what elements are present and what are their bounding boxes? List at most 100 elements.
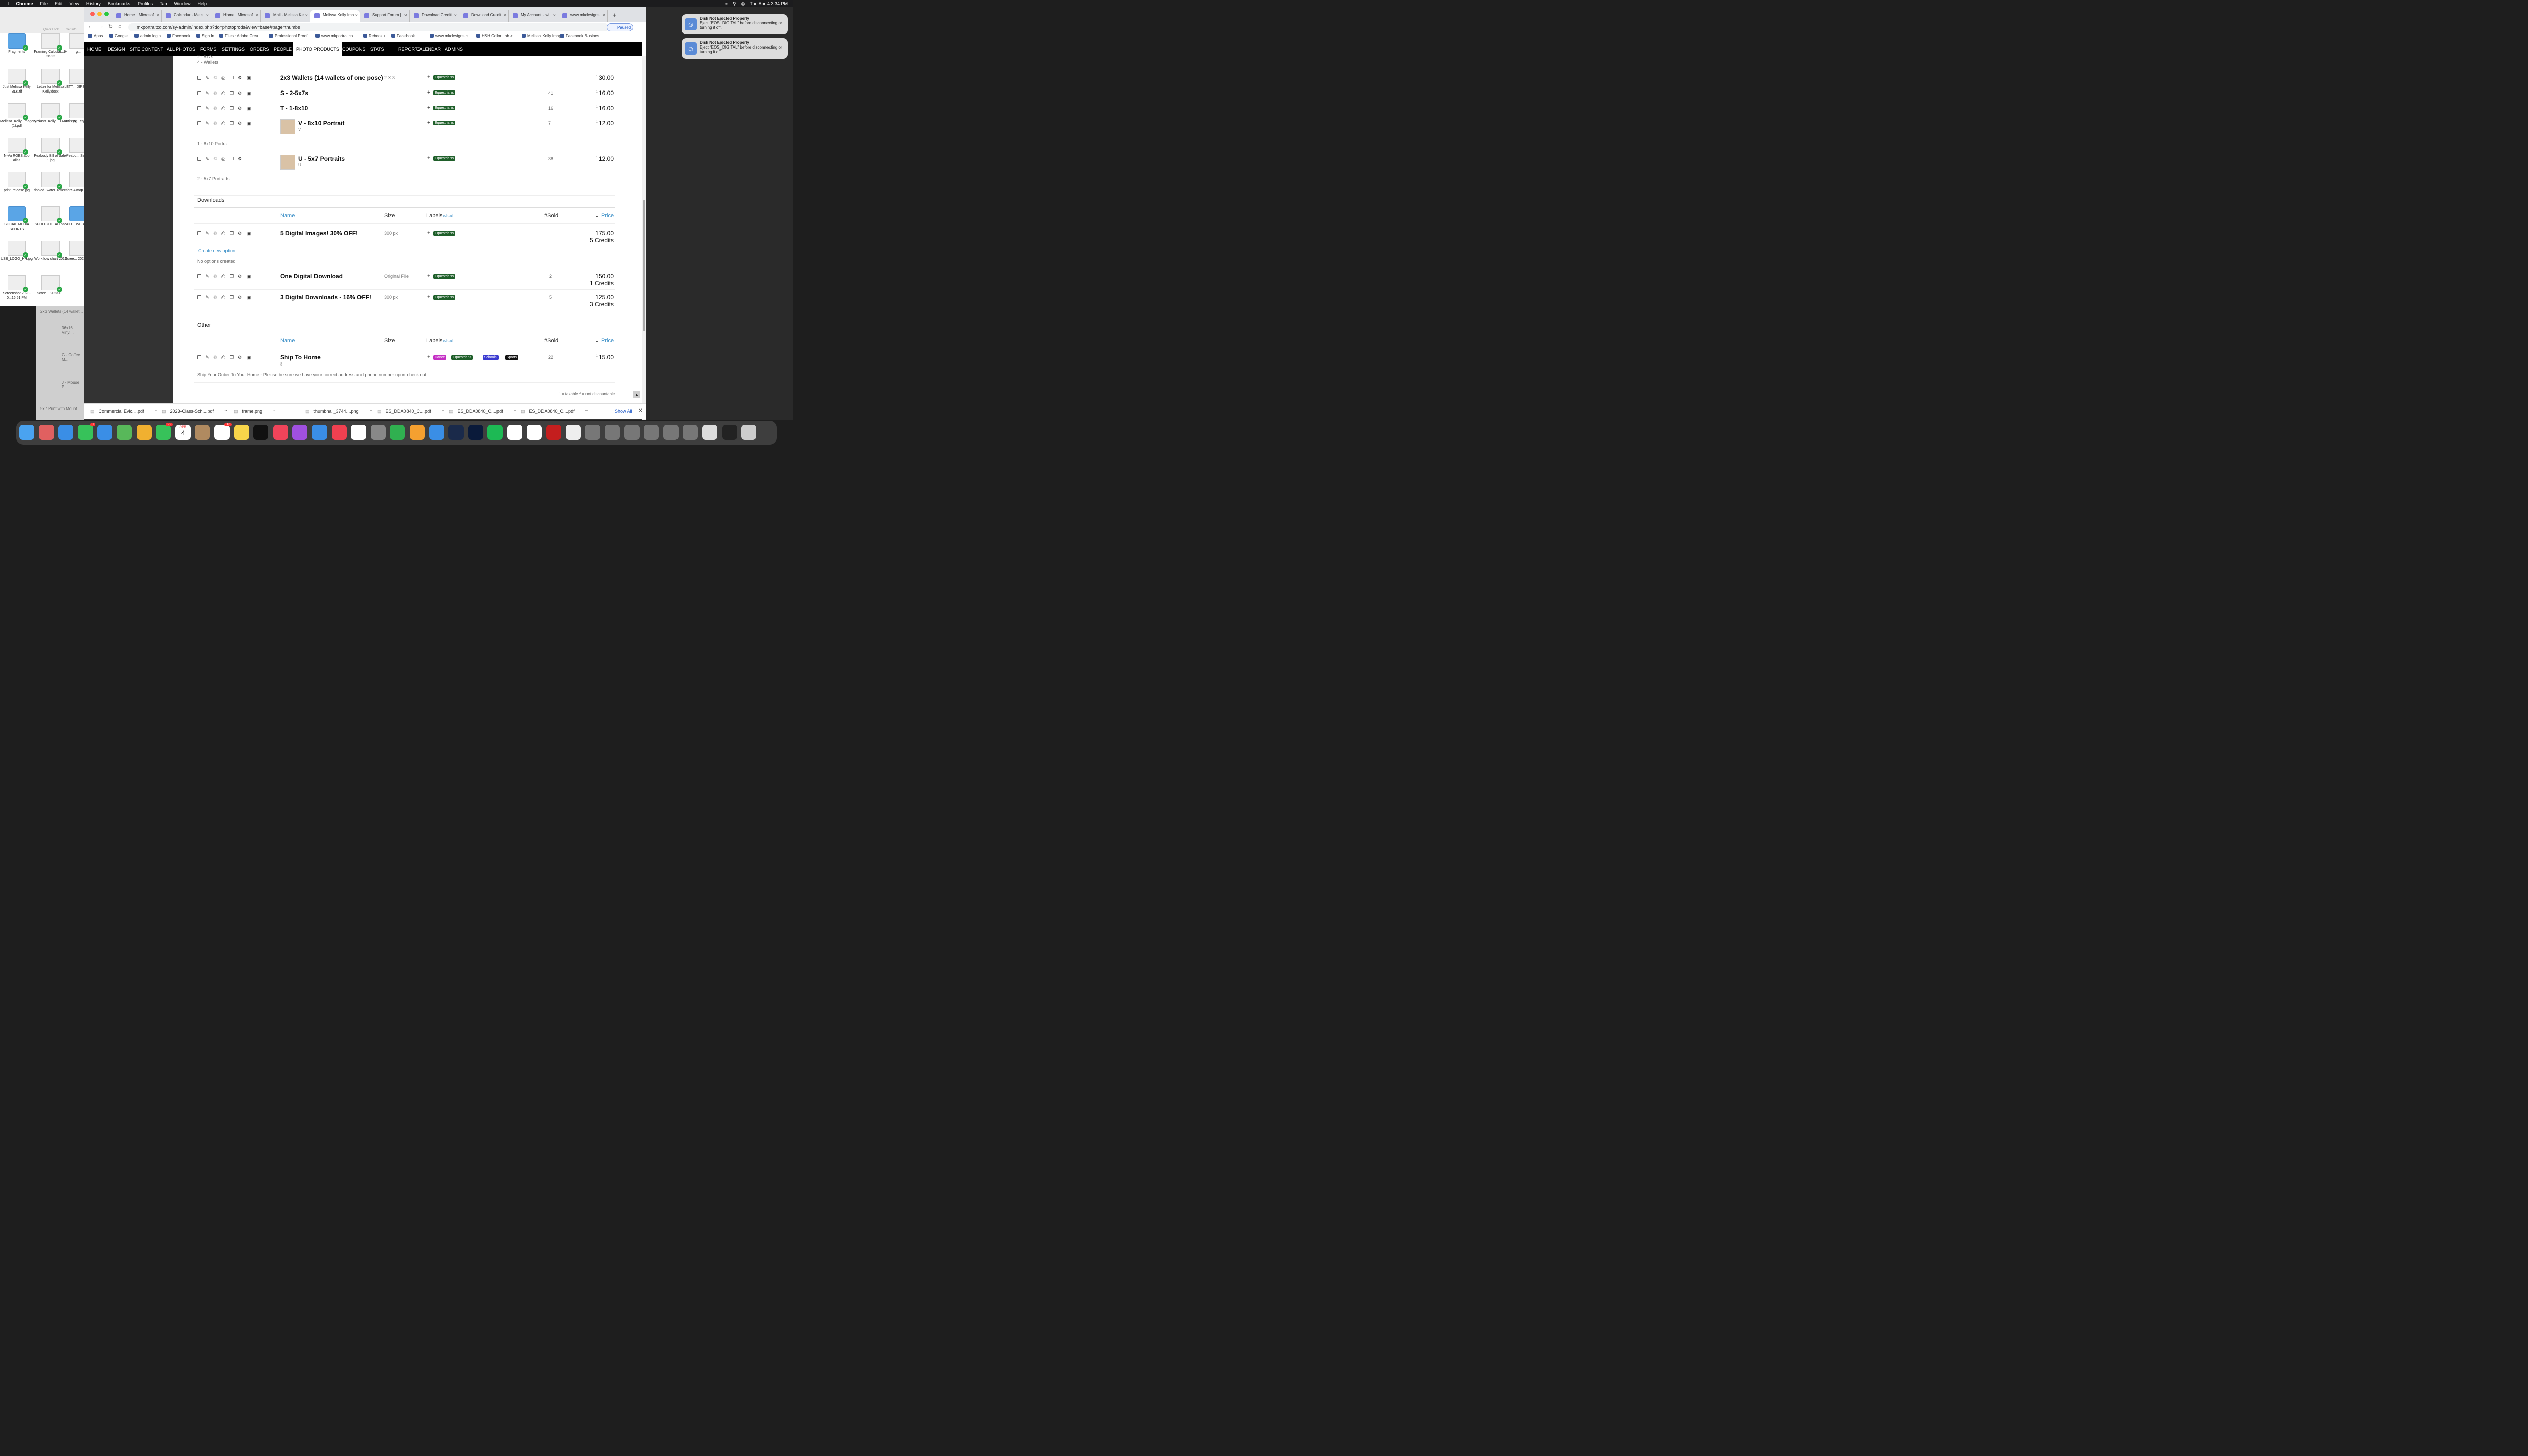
url-input[interactable]: mkportraitco.com/sy-admin/index.php?do=p…: [128, 23, 609, 31]
menu-history[interactable]: History: [86, 1, 101, 6]
browser-tab[interactable]: My Account - wi ×: [509, 10, 558, 22]
browser-tab[interactable]: Download Credit ×: [459, 10, 509, 22]
unknown-app-icon[interactable]: [605, 425, 620, 440]
bookmark-link[interactable]: www.mkdesigns.c...: [430, 34, 471, 38]
finder-item[interactable]: ✓ SOCIAL MEDIA SPORTS: [0, 206, 33, 232]
quick-look-button[interactable]: Quick Look: [43, 28, 59, 31]
photos-icon[interactable]: [136, 425, 152, 440]
browser-tab[interactable]: Mail - Melissa Ke ×: [261, 10, 310, 22]
admin-nav-admins[interactable]: ADMINS: [445, 42, 463, 56]
bookmark-link[interactable]: Apps: [88, 34, 103, 38]
admin-nav-design[interactable]: DESIGN: [108, 42, 125, 56]
unknown-app-icon[interactable]: [683, 425, 698, 440]
close-tab-icon[interactable]: ×: [504, 13, 506, 18]
profile-button[interactable]: Paused: [607, 23, 633, 31]
control-center-icon[interactable]: ◎: [741, 1, 745, 7]
contacts-icon[interactable]: [195, 425, 210, 440]
finder-item[interactable]: ✓ Just Melissa Kelly BLK.tif: [0, 69, 33, 94]
chrome-icon[interactable]: [507, 425, 522, 440]
launchpad-icon[interactable]: [38, 425, 54, 440]
menu-edit[interactable]: Edit: [55, 1, 63, 6]
menu-help[interactable]: Help: [197, 1, 207, 6]
pages-icon[interactable]: [410, 425, 425, 440]
bookmark-link[interactable]: Files : Adobe Crea...: [219, 34, 261, 38]
download-item[interactable]: ▤ frame.png ⌃: [234, 408, 276, 414]
notification-disk-eject[interactable]: ☺ Disk Not Ejected Properly Eject “EOS_D…: [682, 14, 788, 34]
admin-nav-settings[interactable]: SETTINGS: [222, 42, 245, 56]
close-tab-icon[interactable]: ×: [157, 13, 159, 18]
menu-window[interactable]: Window: [174, 1, 190, 6]
close-window-button[interactable]: [90, 12, 95, 16]
finder-item[interactable]: ✓ Scree... 2023-0...: [34, 275, 67, 296]
download-item[interactable]: ▤ Commercial Evic....pdf ⌃: [90, 408, 157, 414]
word-icon[interactable]: [526, 425, 542, 440]
unknown-app-icon[interactable]: [644, 425, 659, 440]
finder-item[interactable]: ✓ Screenshot 2023-0...16.51 PM: [0, 275, 33, 300]
admin-nav-forms[interactable]: FORMS: [200, 42, 217, 56]
close-tab-icon[interactable]: ×: [454, 13, 457, 18]
list-item[interactable]: J - Mouse P...: [36, 380, 84, 389]
unknown-app-icon[interactable]: [585, 425, 601, 440]
menu-view[interactable]: View: [70, 1, 79, 6]
close-tab-icon[interactable]: ×: [603, 13, 605, 18]
finder-item[interactable]: ✓ Fragments: [0, 33, 33, 54]
menubar-datetime[interactable]: Tue Apr 4 3:34 PM: [750, 1, 788, 6]
finder-item[interactable]: ✓ Melissa_Kelly_Imagery_W9 (1).pdf: [0, 103, 43, 128]
notes-icon[interactable]: [234, 425, 249, 440]
close-tab-icon[interactable]: ×: [355, 13, 358, 18]
acrobat-icon[interactable]: [546, 425, 562, 440]
keynote-icon[interactable]: [312, 425, 327, 440]
admin-nav-people[interactable]: PEOPLE: [274, 42, 292, 56]
wifi-icon[interactable]: ≈: [725, 1, 728, 6]
chevron-up-icon[interactable]: ⌃: [369, 409, 373, 414]
menu-file[interactable]: File: [40, 1, 48, 6]
music-icon[interactable]: [273, 425, 288, 440]
browser-tab[interactable]: www.mkdesigns. ×: [558, 10, 608, 22]
bookmark-link[interactable]: Facebook: [391, 34, 415, 38]
menu-profiles[interactable]: Profiles: [138, 1, 153, 6]
spotify-icon[interactable]: [487, 425, 503, 440]
admin-nav-photo-products[interactable]: PHOTO PRODUCTS: [293, 42, 342, 56]
bookmark-link[interactable]: H&H Color Lab >...: [476, 34, 516, 38]
close-tab-icon[interactable]: ×: [404, 13, 407, 18]
new-tab-button[interactable]: +: [613, 11, 617, 19]
admin-nav-coupons[interactable]: COUPONS: [342, 42, 366, 56]
unknown-app-icon[interactable]: [663, 425, 679, 440]
home-icon[interactable]: ⌂: [118, 23, 122, 29]
lightroom-icon[interactable]: [448, 425, 464, 440]
admin-nav-orders[interactable]: ORDERS: [250, 42, 269, 56]
bookmark-link[interactable]: www.mkportraitco...: [315, 34, 356, 38]
finder-item[interactable]: ✓ USB_LOGO_HH.jpg: [0, 241, 33, 261]
menu-app-name[interactable]: Chrome: [16, 1, 33, 6]
chevron-up-icon[interactable]: ⌃: [513, 409, 517, 414]
finder-item[interactable]: ✓ N-Vu ROES.app alias: [0, 138, 33, 163]
get-info-button[interactable]: Get Info: [66, 28, 76, 31]
freeform-icon[interactable]: [351, 425, 367, 440]
bookmark-link[interactable]: Melissa Kelly Imag...: [522, 34, 564, 38]
notification-disk-eject[interactable]: ☺ Disk Not Ejected Properly Eject “EOS_D…: [682, 38, 788, 59]
bookmark-link[interactable]: Sign In: [196, 34, 214, 38]
admin-nav-site-content[interactable]: SITE CONTENT: [130, 42, 163, 56]
settings-icon[interactable]: [370, 425, 386, 440]
reminders-icon[interactable]: 13: [214, 423, 232, 440]
browser-tab[interactable]: Download Credit ×: [410, 10, 459, 22]
numbers-icon[interactable]: [390, 425, 405, 440]
document-icon[interactable]: [565, 425, 581, 440]
close-tab-icon[interactable]: ×: [206, 13, 209, 18]
scrollbar-thumb[interactable]: [643, 200, 645, 331]
download-item[interactable]: ▤ ES_DDA0840_C....pdf ⌃: [521, 408, 588, 414]
chevron-up-icon[interactable]: ⌃: [154, 409, 158, 414]
admin-nav-stats[interactable]: STATS: [370, 42, 384, 56]
unknown-app-icon[interactable]: [624, 425, 640, 440]
bookmark-link[interactable]: Google: [109, 34, 128, 38]
download-item[interactable]: ▤ ES_DDA0840_C....pdf ⌃: [377, 408, 444, 414]
back-button[interactable]: ←: [88, 23, 94, 29]
mail-icon[interactable]: [97, 425, 113, 440]
browser-tab[interactable]: Calendar - Melis ×: [162, 10, 211, 22]
page-scrollbar[interactable]: [642, 56, 646, 420]
reload-button[interactable]: ↻: [108, 23, 113, 30]
close-icon[interactable]: ✕: [638, 408, 642, 414]
list-item[interactable]: 36x16 Vinyl...: [36, 326, 84, 335]
download-item[interactable]: ▤ ES_DDA0840_C....pdf ⌃: [449, 408, 516, 414]
news-icon[interactable]: [331, 425, 347, 440]
